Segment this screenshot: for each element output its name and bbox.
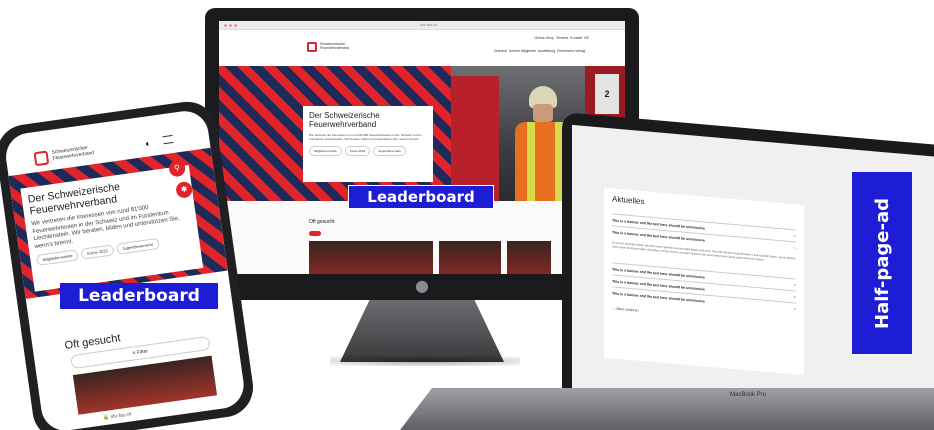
top-link-shop[interactable]: Online-Shop xyxy=(535,36,554,40)
filter-label: Filter xyxy=(136,348,149,356)
logo-icon[interactable] xyxy=(307,42,317,52)
oft-gesucht-section: Oft gesucht ≡ Filter 🔒 sfv-fss.ch xyxy=(30,302,246,430)
aktuelles-panel: Aktuelles This is a banner and the text … xyxy=(604,187,804,376)
minus-icon[interactable]: − xyxy=(794,245,796,250)
phone-url[interactable]: 🔒 sfv-fss.ch xyxy=(103,411,132,421)
language-switch[interactable]: DE xyxy=(584,36,589,40)
bay-number: 2 xyxy=(595,74,619,114)
nav-item-mitglieder[interactable]: Unsere Mitglieder xyxy=(509,49,536,53)
menu-icon[interactable] xyxy=(162,134,174,145)
hero-card: Der Schweizerische Feuerwehrverband Wir … xyxy=(303,106,433,182)
leaderboard-ad-phone[interactable]: Leaderboard xyxy=(60,283,218,309)
top-links: Online-Shop Termine Kontakt DE xyxy=(535,36,589,40)
plus-icon[interactable]: + xyxy=(794,294,796,299)
window-controls[interactable] xyxy=(223,24,237,27)
teaser-tile[interactable] xyxy=(439,241,501,274)
logo-text[interactable]: Schweizerischer Feuerwehrverband xyxy=(320,42,350,50)
top-link-termine[interactable]: Termine xyxy=(556,36,568,40)
filter-pill[interactable] xyxy=(309,231,321,236)
plus-icon[interactable]: + xyxy=(794,306,796,311)
chip-jugendfeuerwehr[interactable]: Jugendfeuerwehr xyxy=(115,237,160,255)
half-page-ad[interactable]: Half-page-ad xyxy=(852,172,912,354)
plus-icon[interactable]: + xyxy=(794,282,796,287)
hero-card: Der Schweizerische Feuerwehrverband Wir … xyxy=(20,164,204,292)
hero-title: Der Schweizerische Feuerwehrverband xyxy=(309,111,380,129)
hero-text: Wir vertreten die Interessen von rund 81… xyxy=(309,133,422,141)
imac-stand xyxy=(340,300,504,362)
browser-bar: sfv-fss.ch xyxy=(219,21,625,30)
chip-jugendfeuerwehr[interactable]: Jugendfeuerwehr xyxy=(373,146,407,156)
teaser-tile[interactable] xyxy=(507,241,551,274)
phone-screen: Schweizerischer Feuerwehrverband ◐ Der S… xyxy=(2,108,247,430)
chip-mitgliedervorteile[interactable]: Mitgliedervorteile xyxy=(35,249,80,267)
plus-icon[interactable]: + xyxy=(794,233,796,238)
phone-url-text: sfv-fss.ch xyxy=(110,411,133,421)
teaser-tile[interactable] xyxy=(309,241,433,274)
main-nav: Verband Unsere Mitglieder Ausbildung Feu… xyxy=(494,49,585,53)
globe-icon[interactable]: ◐ xyxy=(145,138,152,149)
leaderboard-ad-desktop[interactable]: Leaderboard xyxy=(348,185,494,209)
device-label: MacBook Pro xyxy=(730,392,767,398)
half-page-ad-label: Half-page-ad xyxy=(871,197,893,329)
tile-row xyxy=(309,241,551,274)
phone-hero: Der Schweizerische Feuerwehrverband Wir … xyxy=(8,147,228,299)
chip-kurse[interactable]: Kurse 2023 xyxy=(80,244,115,260)
imac-shadow xyxy=(330,356,520,366)
device-mockup-stage: sfv-fss.ch Schweizerischer Feuerwehrverb… xyxy=(0,0,934,430)
more-link-label: Mehr erfahren xyxy=(616,306,639,313)
browser-url[interactable]: sfv-fss.ch xyxy=(399,22,459,28)
nav-item-verlag[interactable]: Feuerwehr-Verlag xyxy=(557,49,585,53)
accordion-title: This is a banner and the text here shoul… xyxy=(612,291,705,304)
chip-mitgliedervorteile[interactable]: Mitgliedervorteile xyxy=(309,146,342,156)
section-heading: Oft gesucht xyxy=(309,219,335,225)
fire-truck-graphic xyxy=(451,76,499,201)
laptop-base xyxy=(400,388,934,430)
chip-kurse[interactable]: Kurse 2023 xyxy=(344,146,371,156)
nav-item-verband[interactable]: Verband xyxy=(494,49,507,53)
logo-icon[interactable] xyxy=(33,150,50,167)
top-link-kontakt[interactable]: Kontakt xyxy=(570,36,582,40)
logo-text[interactable]: Schweizerischer Feuerwehrverband xyxy=(51,143,102,162)
nav-item-ausbildung[interactable]: Ausbildung xyxy=(538,49,555,53)
site-header: Schweizerischer Feuerwehrverband Online-… xyxy=(219,30,625,66)
phone-device: Schweizerischer Feuerwehrverband ◐ Der S… xyxy=(0,97,257,430)
hero-chips: Mitgliedervorteile Kurse 2023 Jugendfeue… xyxy=(309,146,427,156)
